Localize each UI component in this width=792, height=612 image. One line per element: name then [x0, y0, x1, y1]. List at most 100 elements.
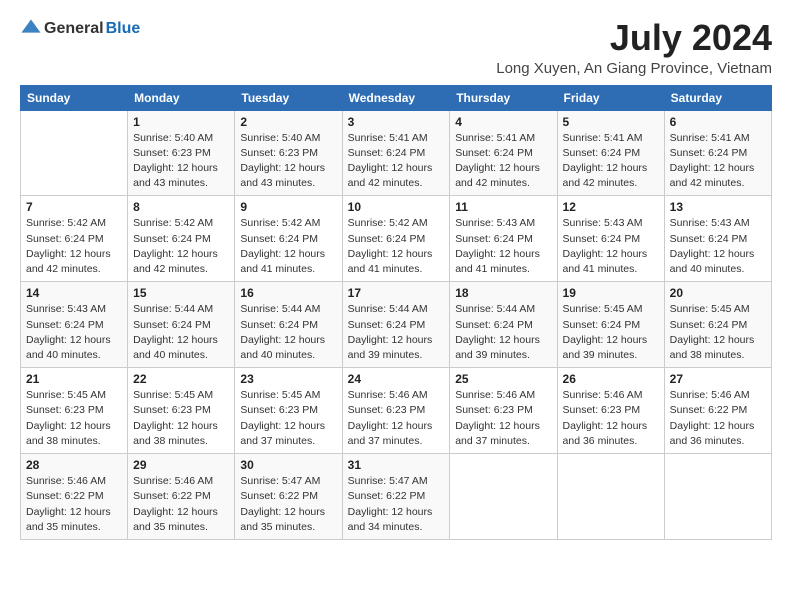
- day-number: 10: [348, 200, 445, 214]
- calendar-cell: 5Sunrise: 5:41 AMSunset: 6:24 PMDaylight…: [557, 110, 664, 196]
- calendar-cell: 6Sunrise: 5:41 AMSunset: 6:24 PMDaylight…: [664, 110, 771, 196]
- calendar-cell: 9 Sunrise: 5:42 AMSunset: 6:24 PMDaylight…: [235, 196, 342, 282]
- day-info: Sunrise: 5:42 AMSunset: 6:24 PMDaylight:…: [26, 216, 122, 277]
- calendar-cell: 19 Sunrise: 5:45 AMSunset: 6:24 PMDayligh…: [557, 282, 664, 368]
- calendar-cell: 28Sunrise: 5:46 AMSunset: 6:22 PMDayligh…: [21, 454, 128, 540]
- day-info: Sunrise: 5:46 AMSunset: 6:23 PMDaylight:…: [348, 388, 445, 449]
- day-info: Sunrise: 5:46 AMSunset: 6:22 PMDaylight:…: [670, 388, 766, 449]
- calendar-header: SundayMondayTuesdayWednesdayThursdayFrid…: [21, 85, 772, 110]
- weekday-header: Thursday: [450, 85, 557, 110]
- calendar-cell: 24 Sunrise: 5:46 AMSunset: 6:23 PMDayligh…: [342, 368, 450, 454]
- calendar-cell: 3 Sunrise: 5:41 AMSunset: 6:24 PMDaylight…: [342, 110, 450, 196]
- day-number: 6: [670, 115, 766, 129]
- day-number: 23: [240, 372, 336, 386]
- day-info: Sunrise: 5:46 AMSunset: 6:23 PMDaylight:…: [563, 388, 659, 449]
- day-info: Sunrise: 5:45 AMSunset: 6:23 PMDaylight:…: [240, 388, 336, 449]
- calendar-cell: 22 Sunrise: 5:45 AMSunset: 6:23 PMDayligh…: [128, 368, 235, 454]
- subtitle: Long Xuyen, An Giang Province, Vietnam: [496, 60, 772, 77]
- day-info: Sunrise: 5:46 AMSunset: 6:23 PMDaylight:…: [455, 388, 551, 449]
- calendar-cell: [557, 454, 664, 540]
- day-number: 14: [26, 286, 122, 300]
- day-info: Sunrise: 5:40 AMSunset: 6:23 PMDaylight:…: [240, 131, 336, 192]
- day-number: 30: [240, 458, 336, 472]
- calendar-cell: 27Sunrise: 5:46 AMSunset: 6:22 PMDayligh…: [664, 368, 771, 454]
- day-info: Sunrise: 5:46 AMSunset: 6:22 PMDaylight:…: [133, 474, 229, 535]
- calendar-week-row: 14 Sunrise: 5:43 AMSunset: 6:24 PMDayligh…: [21, 282, 772, 368]
- calendar-cell: 10 Sunrise: 5:42 AMSunset: 6:24 PMDayligh…: [342, 196, 450, 282]
- day-number: 22: [133, 372, 229, 386]
- day-number: 25: [455, 372, 551, 386]
- day-info: Sunrise: 5:41 AMSunset: 6:24 PMDaylight:…: [563, 131, 659, 192]
- day-info: Sunrise: 5:41 AMSunset: 6:24 PMDaylight:…: [348, 131, 445, 192]
- day-number: 3: [348, 115, 445, 129]
- calendar-cell: 26 Sunrise: 5:46 AMSunset: 6:23 PMDayligh…: [557, 368, 664, 454]
- day-number: 2: [240, 115, 336, 129]
- day-info: Sunrise: 5:40 AMSunset: 6:23 PMDaylight:…: [133, 131, 229, 192]
- day-number: 11: [455, 200, 551, 214]
- day-number: 18: [455, 286, 551, 300]
- calendar-cell: 20Sunrise: 5:45 AMSunset: 6:24 PMDayligh…: [664, 282, 771, 368]
- weekday-row: SundayMondayTuesdayWednesdayThursdayFrid…: [21, 85, 772, 110]
- day-info: Sunrise: 5:44 AMSunset: 6:24 PMDaylight:…: [348, 302, 445, 363]
- calendar-cell: 18 Sunrise: 5:44 AMSunset: 6:24 PMDayligh…: [450, 282, 557, 368]
- calendar-cell: 29 Sunrise: 5:46 AMSunset: 6:22 PMDayligh…: [128, 454, 235, 540]
- calendar: SundayMondayTuesdayWednesdayThursdayFrid…: [20, 85, 772, 540]
- weekday-header: Wednesday: [342, 85, 450, 110]
- calendar-week-row: 21 Sunrise: 5:45 AMSunset: 6:23 PMDayligh…: [21, 368, 772, 454]
- day-info: Sunrise: 5:47 AMSunset: 6:22 PMDaylight:…: [240, 474, 336, 535]
- calendar-cell: 14 Sunrise: 5:43 AMSunset: 6:24 PMDayligh…: [21, 282, 128, 368]
- day-info: Sunrise: 5:45 AMSunset: 6:23 PMDaylight:…: [26, 388, 122, 449]
- day-number: 29: [133, 458, 229, 472]
- calendar-week-row: 1 Sunrise: 5:40 AMSunset: 6:23 PMDaylight…: [21, 110, 772, 196]
- calendar-cell: 2 Sunrise: 5:40 AMSunset: 6:23 PMDaylight…: [235, 110, 342, 196]
- day-number: 26: [563, 372, 659, 386]
- day-info: Sunrise: 5:43 AMSunset: 6:24 PMDaylight:…: [455, 216, 551, 277]
- calendar-cell: 4Sunrise: 5:41 AMSunset: 6:24 PMDaylight…: [450, 110, 557, 196]
- weekday-header: Sunday: [21, 85, 128, 110]
- day-info: Sunrise: 5:44 AMSunset: 6:24 PMDaylight:…: [240, 302, 336, 363]
- calendar-cell: [21, 110, 128, 196]
- logo-icon: [20, 18, 42, 40]
- calendar-week-row: 28 Sunrise: 5:46 AMSunset: 6:22 PMDayligh…: [21, 454, 772, 540]
- day-number: 17: [348, 286, 445, 300]
- day-info: Sunrise: 5:43 AMSunset: 6:24 PMDaylight:…: [26, 302, 122, 363]
- day-number: 1: [133, 115, 229, 129]
- day-info: Sunrise: 5:41 AMSunset: 6:24 PMDaylight:…: [455, 131, 551, 192]
- day-info: Sunrise: 5:45 AMSunset: 6:23 PMDaylight:…: [133, 388, 229, 449]
- day-number: 28: [26, 458, 122, 472]
- day-number: 12: [563, 200, 659, 214]
- day-info: Sunrise: 5:47 AMSunset: 6:22 PMDaylight:…: [348, 474, 445, 535]
- day-info: Sunrise: 5:44 AMSunset: 6:24 PMDaylight:…: [455, 302, 551, 363]
- calendar-cell: [450, 454, 557, 540]
- day-info: Sunrise: 5:43 AMSunset: 6:24 PMDaylight:…: [670, 216, 766, 277]
- day-info: Sunrise: 5:43 AMSunset: 6:24 PMDaylight:…: [563, 216, 659, 277]
- calendar-cell: 1 Sunrise: 5:40 AMSunset: 6:23 PMDaylight…: [128, 110, 235, 196]
- calendar-cell: 30 Sunrise: 5:47 AMSunset: 6:22 PMDayligh…: [235, 454, 342, 540]
- calendar-cell: 31Sunrise: 5:47 AMSunset: 6:22 PMDayligh…: [342, 454, 450, 540]
- day-info: Sunrise: 5:42 AMSunset: 6:24 PMDaylight:…: [240, 216, 336, 277]
- day-number: 9: [240, 200, 336, 214]
- weekday-header: Tuesday: [235, 85, 342, 110]
- day-number: 21: [26, 372, 122, 386]
- calendar-cell: 11 Sunrise: 5:43 AMSunset: 6:24 PMDayligh…: [450, 196, 557, 282]
- day-number: 13: [670, 200, 766, 214]
- calendar-cell: 25 Sunrise: 5:46 AMSunset: 6:23 PMDayligh…: [450, 368, 557, 454]
- calendar-cell: 12 Sunrise: 5:43 AMSunset: 6:24 PMDayligh…: [557, 196, 664, 282]
- calendar-cell: 8Sunrise: 5:42 AMSunset: 6:24 PMDaylight…: [128, 196, 235, 282]
- page: General Blue July 2024 Long Xuyen, An Gi…: [0, 0, 792, 612]
- logo-general-text: General: [44, 20, 104, 38]
- day-number: 19: [563, 286, 659, 300]
- day-info: Sunrise: 5:45 AMSunset: 6:24 PMDaylight:…: [563, 302, 659, 363]
- day-info: Sunrise: 5:42 AMSunset: 6:24 PMDaylight:…: [133, 216, 229, 277]
- day-info: Sunrise: 5:45 AMSunset: 6:24 PMDaylight:…: [670, 302, 766, 363]
- logo: General Blue: [20, 18, 140, 40]
- calendar-cell: 7Sunrise: 5:42 AMSunset: 6:24 PMDaylight…: [21, 196, 128, 282]
- day-number: 16: [240, 286, 336, 300]
- logo-blue-text: Blue: [106, 20, 141, 38]
- calendar-cell: 21 Sunrise: 5:45 AMSunset: 6:23 PMDayligh…: [21, 368, 128, 454]
- calendar-cell: 13 Sunrise: 5:43 AMSunset: 6:24 PMDayligh…: [664, 196, 771, 282]
- day-number: 24: [348, 372, 445, 386]
- day-info: Sunrise: 5:42 AMSunset: 6:24 PMDaylight:…: [348, 216, 445, 277]
- title-area: July 2024 Long Xuyen, An Giang Province,…: [496, 18, 772, 77]
- weekday-header: Friday: [557, 85, 664, 110]
